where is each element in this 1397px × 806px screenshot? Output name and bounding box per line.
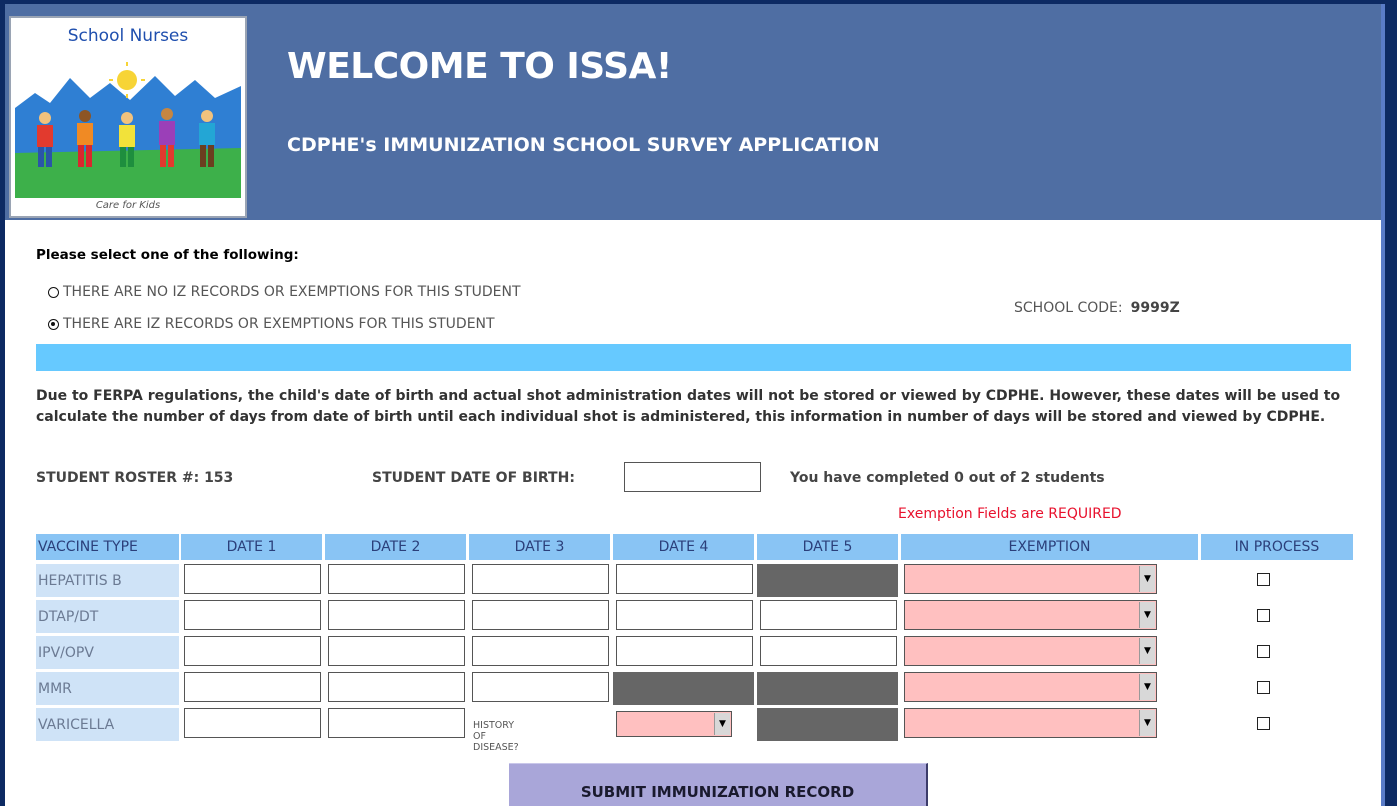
date-2-input[interactable] <box>328 636 465 666</box>
vaccine-label: HEPATITIS B <box>36 564 179 597</box>
vaccine-label: VARICELLA <box>36 708 179 741</box>
chevron-down-icon[interactable]: ▼ <box>1139 710 1155 736</box>
date-1-input[interactable] <box>184 600 321 630</box>
in-process-checkbox[interactable] <box>1257 573 1270 586</box>
date-2-input[interactable] <box>328 600 465 630</box>
exemption-select[interactable]: ▼ <box>904 708 1157 738</box>
dob-label: STUDENT DATE OF BIRTH: <box>372 470 575 486</box>
date-4-input[interactable] <box>616 564 753 594</box>
disabled-cell <box>757 672 898 705</box>
logo-top-text: School Nurses <box>67 26 189 46</box>
date-3-input[interactable] <box>472 636 609 666</box>
vaccine-label: IPV/OPV <box>36 636 179 669</box>
exemption-select[interactable]: ▼ <box>904 564 1157 594</box>
date-4-input[interactable] <box>616 636 753 666</box>
radio-button[interactable] <box>48 286 59 298</box>
radio-button-selected[interactable] <box>48 318 59 330</box>
chevron-down-icon[interactable]: ▼ <box>1139 566 1155 592</box>
radio-label: THERE ARE IZ RECORDS OR EXEMPTIONS FOR T… <box>63 316 495 332</box>
header-date-1: DATE 1 <box>181 534 322 560</box>
school-code-label: SCHOOL CODE: <box>1014 300 1123 316</box>
kids-illustration <box>15 62 241 198</box>
logo-bottom-text: Care for Kids <box>95 200 161 211</box>
in-process-checkbox[interactable] <box>1257 645 1270 658</box>
school-nurses-logo: School Nurses Care for Kids <box>9 16 247 218</box>
chevron-down-icon[interactable]: ▼ <box>1139 602 1155 628</box>
school-code-value: 9999Z <box>1130 300 1180 316</box>
date-2-input[interactable] <box>328 708 465 738</box>
exemption-select[interactable]: ▼ <box>904 636 1157 666</box>
in-process-checkbox[interactable] <box>1257 681 1270 694</box>
chevron-down-icon[interactable]: ▼ <box>1139 674 1155 700</box>
header-vaccine-type: VACCINE TYPE <box>36 534 179 560</box>
selection-prompt: Please select one of the following: <box>36 247 299 263</box>
radio-option-has-records[interactable]: THERE ARE IZ RECORDS OR EXEMPTIONS FOR T… <box>48 316 495 332</box>
date-1-input[interactable] <box>184 708 321 738</box>
exemption-select[interactable]: ▼ <box>904 600 1157 630</box>
ferpa-notice: Due to FERPA regulations, the child's da… <box>36 388 1341 425</box>
student-dob-input[interactable] <box>624 462 761 492</box>
date-5-input[interactable] <box>760 600 897 630</box>
header-date-2: DATE 2 <box>325 534 466 560</box>
section-divider-bar <box>36 344 1351 371</box>
radio-option-no-records[interactable]: THERE ARE NO IZ RECORDS OR EXEMPTIONS FO… <box>48 284 521 300</box>
disabled-cell <box>757 708 898 741</box>
roster-value: 153 <box>204 470 234 486</box>
vaccine-label: MMR <box>36 672 179 705</box>
in-process-checkbox[interactable] <box>1257 717 1270 730</box>
in-process-checkbox[interactable] <box>1257 609 1270 622</box>
disabled-cell <box>757 564 898 597</box>
exemption-select[interactable]: ▼ <box>904 672 1157 702</box>
page-subtitle: CDPHE's IMMUNIZATION SCHOOL SURVEY APPLI… <box>287 134 880 156</box>
history-of-disease-label: HISTORY OF DISEASE? <box>473 720 519 753</box>
date-1-input[interactable] <box>184 672 321 702</box>
radio-label: THERE ARE NO IZ RECORDS OR EXEMPTIONS FO… <box>63 284 521 300</box>
date-4-input[interactable] <box>616 600 753 630</box>
submit-immunization-button[interactable]: SUBMIT IMMUNIZATION RECORD <box>509 763 928 806</box>
window-frame-right <box>1385 0 1397 806</box>
date-1-input[interactable] <box>184 564 321 594</box>
roster-label: STUDENT ROSTER #: <box>36 470 200 486</box>
page-title: WELCOME TO ISSA! <box>287 46 672 87</box>
header-date-4: DATE 4 <box>613 534 754 560</box>
vaccine-label: DTAP/DT <box>36 600 179 633</box>
progress-text: You have completed 0 out of 2 students <box>790 470 1105 486</box>
header-date-5: DATE 5 <box>757 534 898 560</box>
date-5-input[interactable] <box>760 636 897 666</box>
disabled-cell <box>613 672 754 705</box>
school-code: SCHOOL CODE: 9999Z <box>1014 300 1180 316</box>
header-in-process: IN PROCESS <box>1201 534 1353 560</box>
date-3-input[interactable] <box>472 564 609 594</box>
required-note: Exemption Fields are REQUIRED <box>898 506 1122 522</box>
date-3-input[interactable] <box>472 672 609 702</box>
date-2-input[interactable] <box>328 564 465 594</box>
history-of-disease-select[interactable]: ▼ <box>616 711 732 737</box>
date-2-input[interactable] <box>328 672 465 702</box>
date-1-input[interactable] <box>184 636 321 666</box>
header-exemption: EXEMPTION <box>901 534 1198 560</box>
chevron-down-icon[interactable]: ▼ <box>714 713 730 735</box>
header-date-3: DATE 3 <box>469 534 610 560</box>
chevron-down-icon[interactable]: ▼ <box>1139 638 1155 664</box>
date-3-input[interactable] <box>472 600 609 630</box>
student-roster: STUDENT ROSTER #: 153 <box>36 470 233 486</box>
